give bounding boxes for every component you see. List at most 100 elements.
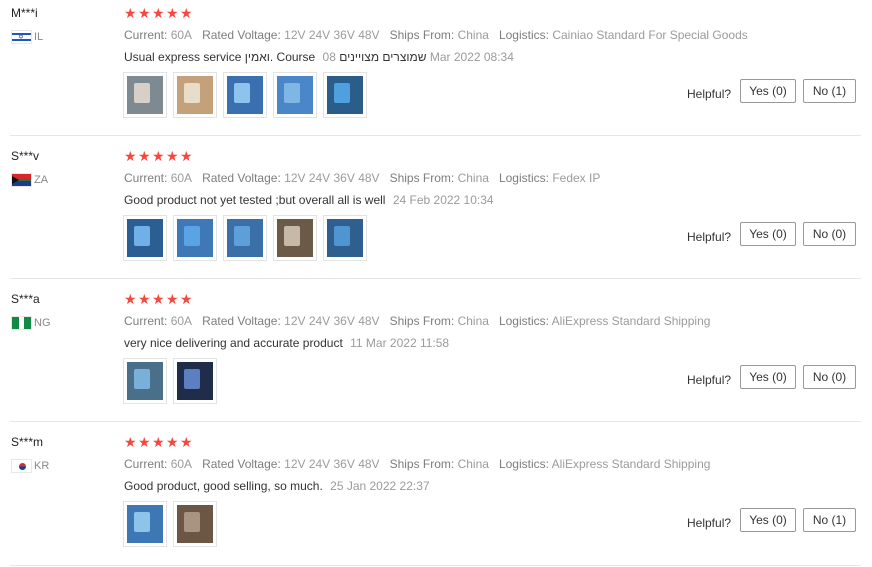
review-photo-thumbnail[interactable] (123, 72, 167, 118)
star-icon: ★ (152, 6, 165, 22)
review-text: very nice delivering and accurate produc… (124, 336, 343, 350)
review-date: 25 Jan 2022 22:37 (330, 479, 430, 493)
review-divider (10, 135, 861, 136)
attribute-value: 60A (170, 314, 193, 328)
review-photos (123, 501, 217, 547)
review-text-line: Good product not yet tested ;but overall… (124, 193, 494, 207)
review-photo-thumbnail[interactable] (173, 358, 217, 404)
reviewer-name: S***m (11, 435, 44, 449)
attribute-key: Current: (124, 171, 168, 185)
attribute-value: 60A (170, 457, 193, 471)
attribute-key: Ships From: (389, 171, 455, 185)
attribute-value: AliExpress Standard Shipping (551, 457, 711, 471)
attribute-key: Ships From: (389, 457, 455, 471)
attribute-key: Ships From: (389, 314, 455, 328)
attribute-value: 12V 24V 36V 48V (284, 171, 380, 185)
helpful-yes-button[interactable]: Yes (0) (740, 365, 796, 389)
helpful-no-button[interactable]: No (0) (803, 365, 856, 389)
attribute-key: Current: (124, 314, 168, 328)
attribute-value: China (457, 28, 489, 42)
review-divider (10, 278, 861, 279)
star-icon: ★ (138, 6, 151, 22)
review-photo-thumbnail[interactable] (173, 72, 217, 118)
helpful-no-button[interactable]: No (0) (803, 222, 856, 246)
attribute-value: China (457, 171, 489, 185)
country-code: ZA (34, 174, 49, 186)
product-attributes: Current: 60A Rated Voltage: 12V 24V 36V 4… (124, 171, 600, 185)
star-icon: ★ (166, 149, 179, 165)
product-attributes: Current: 60A Rated Voltage: 12V 24V 36V 4… (124, 28, 748, 42)
review-text-line: Usual express service ואמין. Course שמוצ… (124, 50, 514, 64)
review-photo-thumbnail[interactable] (173, 215, 217, 261)
review-photos (123, 72, 367, 118)
star-rating: ★ ★ ★ ★ ★ (124, 6, 193, 22)
attribute-value: 60A (170, 171, 193, 185)
star-icon: ★ (180, 149, 193, 165)
attribute-key: Rated Voltage: (202, 314, 281, 328)
review-photo-thumbnail[interactable] (273, 72, 317, 118)
attribute-value: 12V 24V 36V 48V (284, 28, 380, 42)
attribute-value: 12V 24V 36V 48V (284, 314, 380, 328)
helpful-label: Helpful? (687, 230, 732, 244)
helpful-yes-button[interactable]: Yes (0) (740, 508, 796, 532)
reviewer-country: ✡ IL (11, 30, 43, 44)
review-photo-thumbnail[interactable] (123, 501, 167, 547)
reviewer-country: ZA (11, 173, 48, 187)
star-icon: ★ (124, 435, 137, 451)
south-korea-flag-icon (11, 459, 32, 473)
star-icon: ★ (124, 292, 137, 308)
review-item: S***v ZA ★ ★ ★ ★ ★ Current: 60A Rated Voltage… (0, 143, 872, 286)
review-text-line: very nice delivering and accurate produc… (124, 336, 449, 350)
star-icon: ★ (166, 6, 179, 22)
reviewer-name: M***i (11, 6, 38, 20)
attribute-key: Logistics: (498, 171, 549, 185)
star-rating: ★ ★ ★ ★ ★ (124, 292, 193, 308)
star-icon: ★ (152, 292, 165, 308)
star-icon: ★ (180, 6, 193, 22)
product-attributes: Current: 60A Rated Voltage: 12V 24V 36V 4… (124, 457, 710, 471)
israel-flag-icon: ✡ (11, 30, 32, 44)
review-photo-thumbnail[interactable] (173, 501, 217, 547)
attribute-key: Logistics: (498, 457, 549, 471)
helpful-no-button[interactable]: No (1) (803, 508, 856, 532)
review-photos (123, 358, 217, 404)
review-photo-thumbnail[interactable] (123, 358, 167, 404)
helpful-yes-button[interactable]: Yes (0) (740, 222, 796, 246)
reviewer-country: NG (11, 316, 51, 330)
review-photo-thumbnail[interactable] (323, 215, 367, 261)
helpful-label: Helpful? (687, 516, 732, 530)
nigeria-flag-icon (11, 316, 32, 330)
review-item: S***a NG ★ ★ ★ ★ ★ Current: 60A Rated Voltage… (0, 286, 872, 429)
attribute-value: AliExpress Standard Shipping (551, 314, 711, 328)
country-code: IL (34, 31, 44, 43)
attribute-key: Current: (124, 457, 168, 471)
reviewer-name: S***a (11, 292, 40, 306)
review-divider (10, 421, 861, 422)
attribute-value: China (457, 457, 489, 471)
review-text: Good product not yet tested ;but overall… (124, 193, 386, 207)
attribute-key: Rated Voltage: (202, 28, 281, 42)
reviewer-name: S***v (11, 149, 40, 163)
helpful-no-button[interactable]: No (1) (803, 79, 856, 103)
attribute-key: Current: (124, 28, 168, 42)
star-icon: ★ (138, 149, 151, 165)
star-icon: ★ (166, 292, 179, 308)
review-photo-thumbnail[interactable] (323, 72, 367, 118)
review-photo-thumbnail[interactable] (223, 215, 267, 261)
review-text: Usual express service ואמין. Course שמוצ… (124, 50, 427, 64)
review-date: 11 Mar 2022 11:58 (350, 336, 450, 350)
reviewer-country: KR (11, 459, 49, 473)
review-text: Good product, good selling, so much. (124, 479, 323, 493)
attribute-key: Rated Voltage: (202, 457, 281, 471)
star-icon: ★ (124, 149, 137, 165)
review-item: S***m KR ★ ★ ★ ★ ★ Current: 60A Rated Voltage… (0, 429, 872, 567)
attribute-value: 12V 24V 36V 48V (284, 457, 380, 471)
review-photo-thumbnail[interactable] (223, 72, 267, 118)
attribute-value: Fedex IP (552, 171, 601, 185)
star-icon: ★ (138, 435, 151, 451)
product-attributes: Current: 60A Rated Voltage: 12V 24V 36V 4… (124, 314, 710, 328)
review-photo-thumbnail[interactable] (123, 215, 167, 261)
star-icon: ★ (180, 292, 193, 308)
helpful-yes-button[interactable]: Yes (0) (740, 79, 796, 103)
review-photo-thumbnail[interactable] (273, 215, 317, 261)
